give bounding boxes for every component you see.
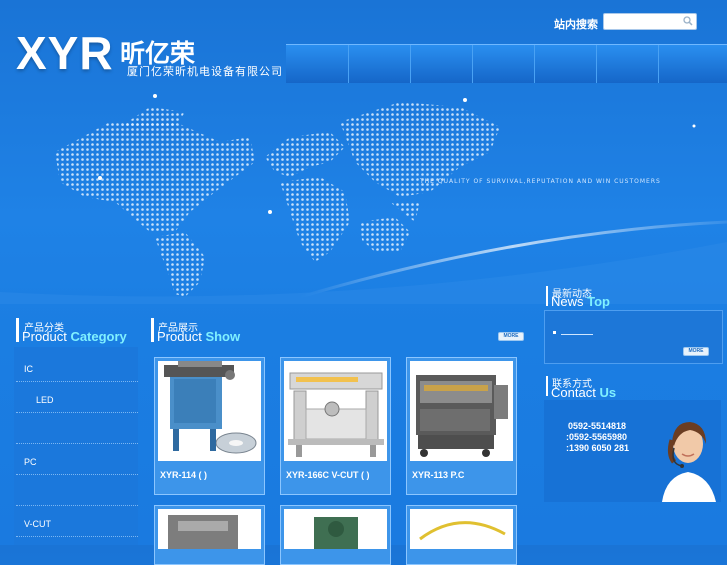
- product-image[interactable]: [410, 509, 513, 549]
- section-marker: [151, 318, 154, 342]
- category-title-word1: Product: [22, 329, 67, 344]
- contact-phone-1: 0592-5514818: [568, 421, 627, 431]
- section-marker: [546, 286, 548, 306]
- section-marker: [546, 376, 548, 396]
- category-item-led[interactable]: LED: [16, 389, 138, 413]
- section-marker: [16, 318, 19, 342]
- product-caption[interactable]: XYR-166C V-CUT ( ): [286, 470, 386, 481]
- product-card[interactable]: XYR-166C V-CUT ( ): [280, 357, 391, 495]
- news-title-word2: Top: [587, 294, 610, 309]
- products-more-button[interactable]: MORE: [498, 332, 524, 341]
- nav-separator: [348, 45, 349, 83]
- products-title-word1: Product: [157, 329, 202, 344]
- news-more-button[interactable]: MORE: [683, 347, 709, 356]
- news-bullet: [553, 331, 556, 334]
- nav-separator: [472, 45, 473, 83]
- category-item-ic[interactable]: IC: [16, 358, 138, 382]
- site-logo-text[interactable]: XYR: [16, 26, 114, 80]
- category-item-pc[interactable]: PC: [16, 451, 138, 475]
- banner-tagline: THE QUALITY OF SURVIVAL,REPUTATION AND W…: [420, 178, 661, 185]
- category-title-word2: Category: [70, 329, 127, 344]
- products-title-word2: Show: [205, 329, 241, 344]
- product-caption[interactable]: XYR-114 ( ): [160, 470, 260, 481]
- product-card[interactable]: [154, 505, 265, 565]
- products-title-en: Product Show: [157, 329, 240, 344]
- product-image[interactable]: [284, 509, 387, 549]
- product-image-xyr113[interactable]: [410, 361, 513, 461]
- category-item-blank[interactable]: [16, 482, 138, 506]
- customer-service-avatar: [662, 422, 716, 502]
- main-navigation-bar[interactable]: [286, 44, 727, 83]
- search-icon[interactable]: [683, 16, 693, 26]
- product-image[interactable]: [158, 509, 261, 549]
- contact-title-word1: Contact: [551, 385, 596, 400]
- product-card[interactable]: XYR-114 ( ): [154, 357, 265, 495]
- nav-separator: [596, 45, 597, 83]
- product-card[interactable]: [280, 505, 391, 565]
- contact-title-en: Contact Us: [551, 385, 616, 400]
- category-item-vcut[interactable]: V-CUT: [16, 513, 138, 537]
- world-map-illustration: [0, 94, 727, 304]
- nav-separator: [658, 45, 659, 83]
- product-caption[interactable]: XYR-113 P.C: [412, 470, 512, 481]
- nav-separator: [410, 45, 411, 83]
- category-title-en: Product Category: [22, 329, 127, 344]
- news-title-en: News Top: [551, 294, 610, 309]
- nav-separator: [534, 45, 535, 83]
- product-image-xyr114[interactable]: [158, 361, 261, 461]
- contact-title-word2: Us: [599, 385, 617, 400]
- search-label: 站内搜索: [554, 18, 598, 31]
- product-card[interactable]: XYR-113 P.C: [406, 357, 517, 495]
- hero-banner-world-map: THE QUALITY OF SURVIVAL,REPUTATION AND W…: [0, 82, 727, 304]
- contact-phone-2: :0592-5565980: [566, 432, 628, 442]
- news-item-link[interactable]: [561, 334, 593, 335]
- category-item-blank[interactable]: [16, 420, 138, 444]
- contact-phone-3: :1390 6050 281: [566, 443, 630, 453]
- product-image-xyr166c[interactable]: [284, 361, 387, 461]
- news-title-word1: News: [551, 294, 584, 309]
- news-panel: MORE: [544, 310, 723, 364]
- product-card[interactable]: [406, 505, 517, 565]
- company-name: 厦门亿荣昕机电设备有限公司: [127, 65, 283, 78]
